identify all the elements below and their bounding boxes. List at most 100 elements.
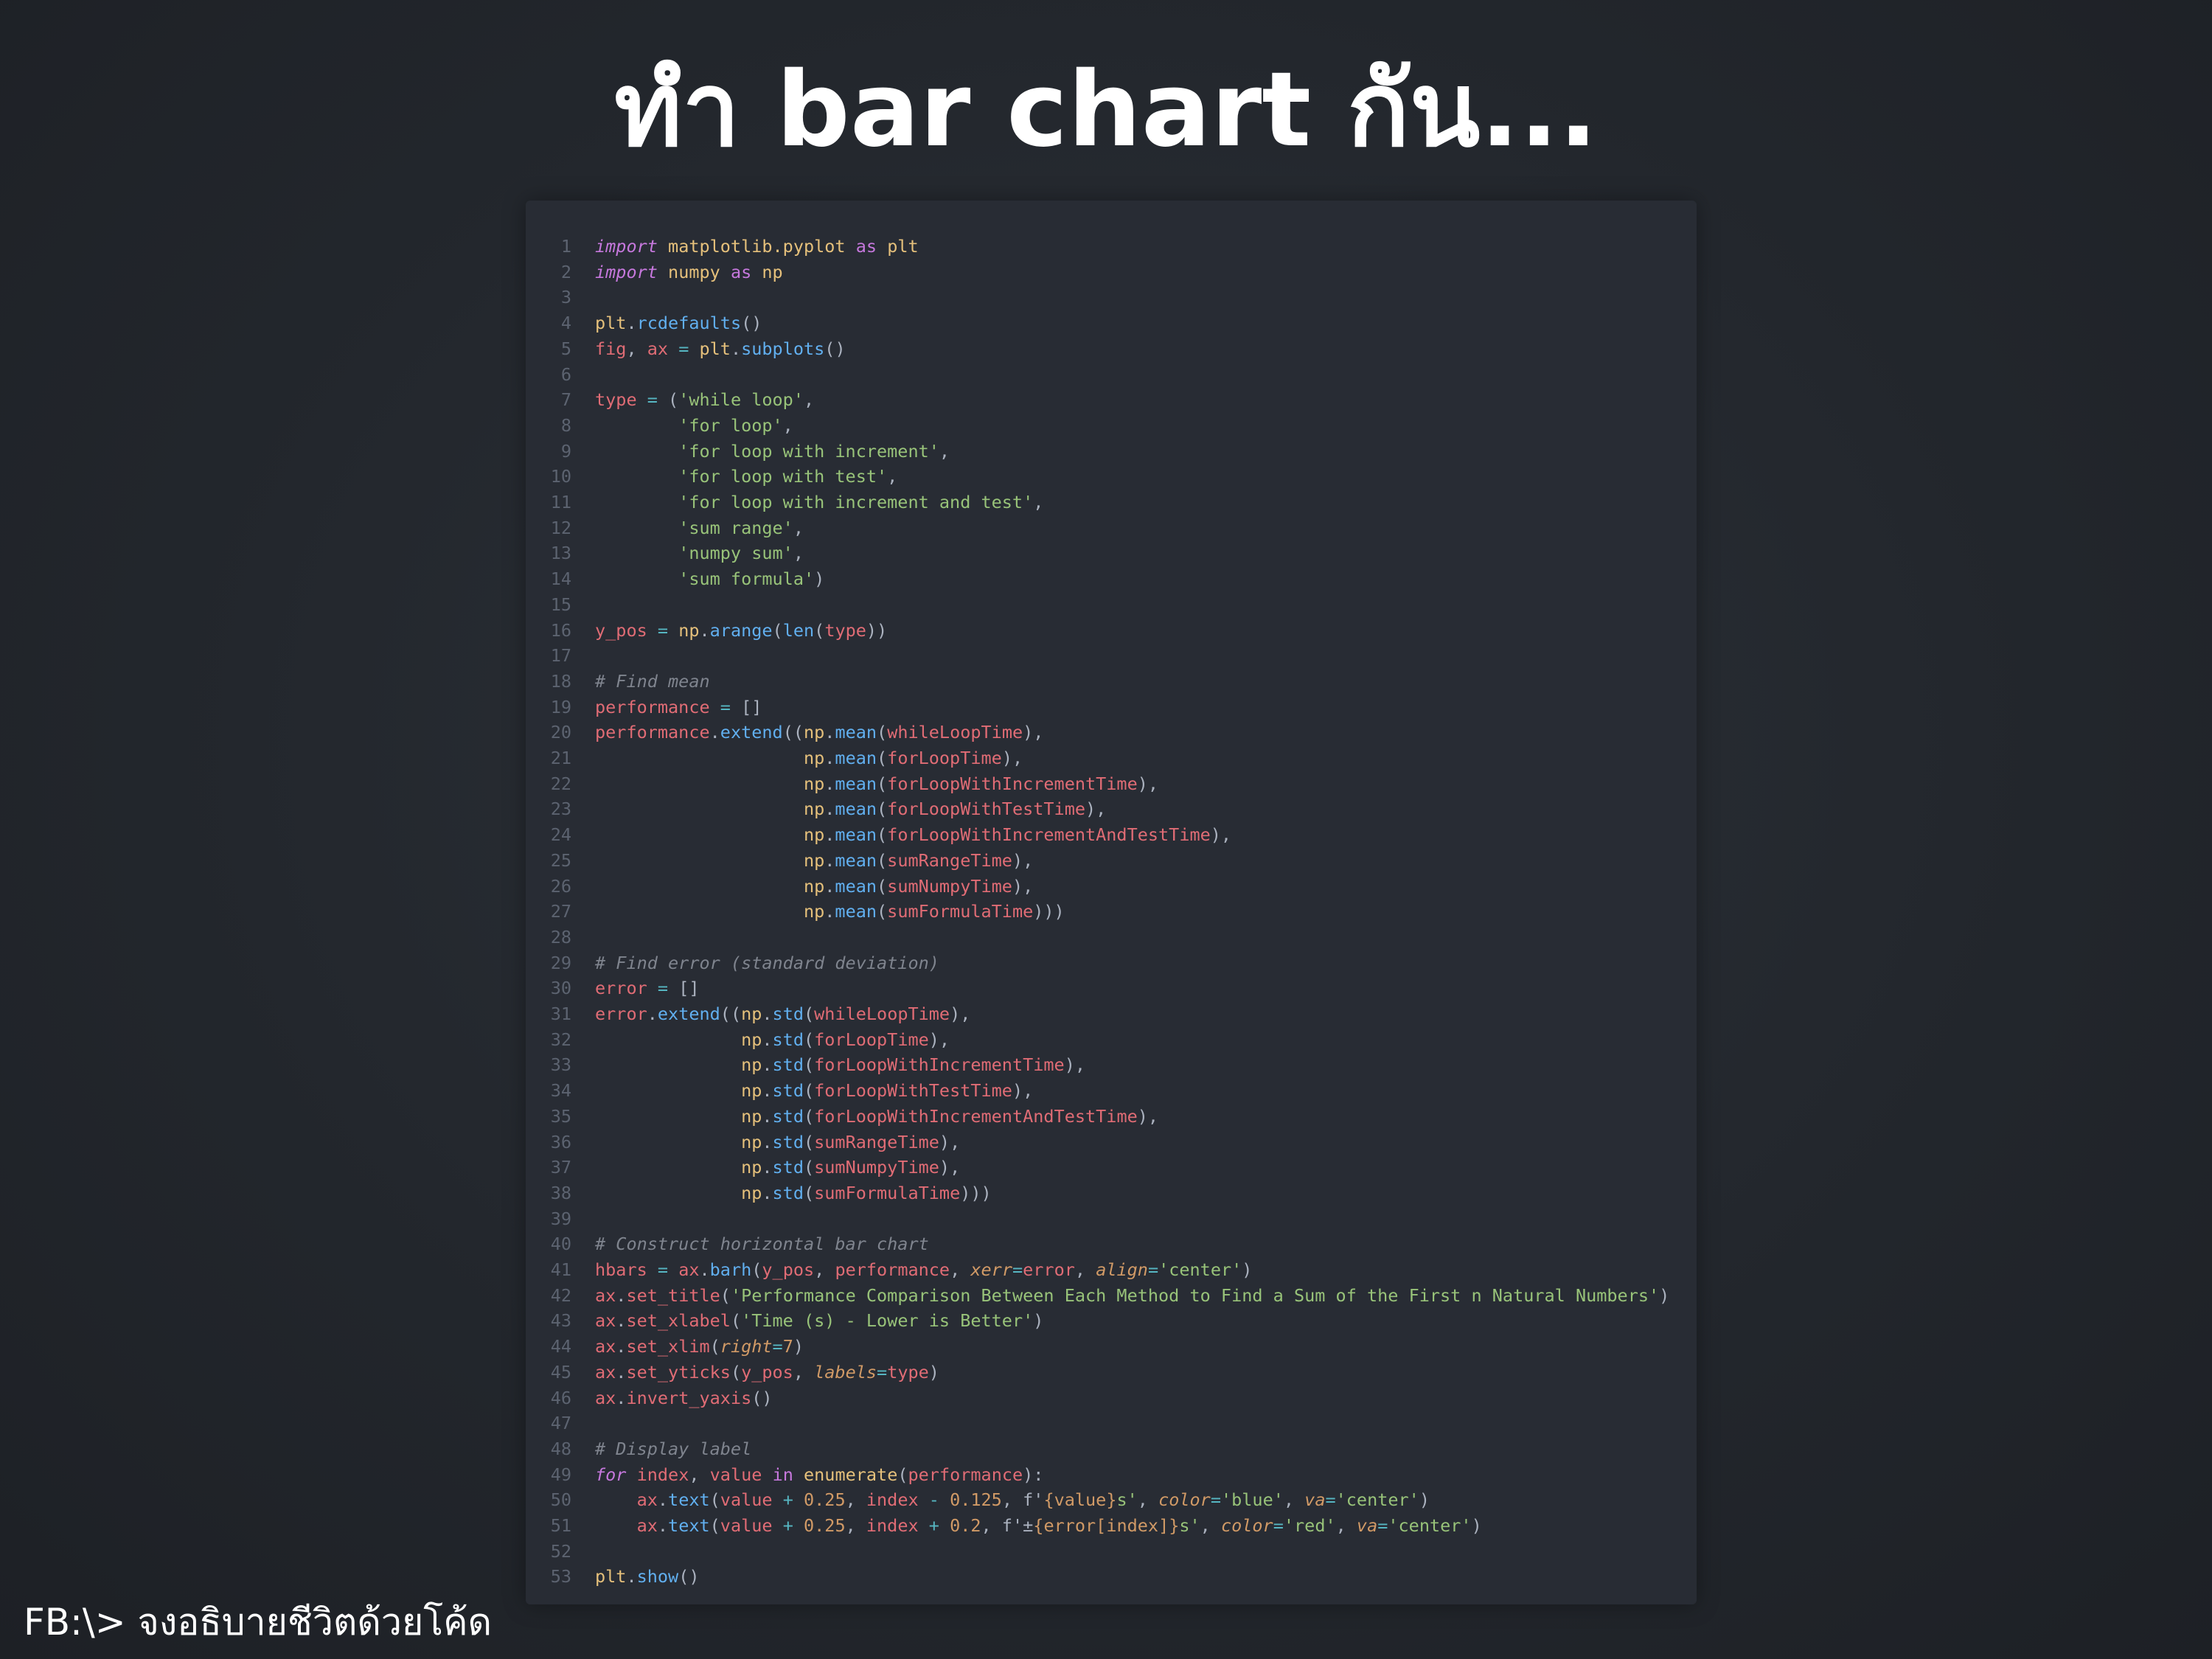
code-token: , xyxy=(814,1259,835,1280)
line-number: 1 xyxy=(560,236,571,257)
code-token: set_xlim xyxy=(626,1336,710,1357)
code-token: extend xyxy=(657,1004,720,1024)
line-number: 45 xyxy=(550,1361,571,1382)
code-line: 46 ax.invert_yaxis() xyxy=(526,1385,773,1411)
code-token: ) xyxy=(814,568,825,590)
code-token: color xyxy=(1220,1515,1273,1536)
code-token: ax xyxy=(678,1259,700,1280)
code-token: mean xyxy=(835,901,877,922)
code-line: 35 np.std(forLoopWithIncrementAndTestTim… xyxy=(526,1104,1158,1130)
code-token: ( xyxy=(709,1515,720,1536)
line-number: 24 xyxy=(550,824,571,846)
code-line: 6 xyxy=(526,362,595,388)
code-token: 'for loop' xyxy=(678,414,783,436)
code-token: std xyxy=(772,1157,804,1178)
code-line: 8 'for loop', xyxy=(526,413,793,439)
line-number: 53 xyxy=(550,1566,571,1587)
code-token: . xyxy=(824,824,835,846)
code-line: 19 performance = [] xyxy=(526,695,762,720)
line-number: 9 xyxy=(560,440,571,462)
code-token: np xyxy=(741,1029,762,1050)
code-token: f' xyxy=(1023,1489,1044,1511)
code-token: ) xyxy=(1242,1259,1253,1280)
line-number: 13 xyxy=(550,543,571,564)
code-token: plt xyxy=(595,1566,627,1587)
code-token: () xyxy=(751,1387,773,1408)
code-token: 'blue' xyxy=(1220,1489,1284,1511)
code-token: ) xyxy=(793,1336,804,1357)
code-token: plt xyxy=(887,236,919,257)
line-number: 46 xyxy=(550,1387,571,1408)
code-token: = xyxy=(877,1361,888,1382)
code-token: . xyxy=(647,1004,658,1024)
code-token: ( xyxy=(772,619,783,641)
code-token: ax xyxy=(595,1387,616,1408)
code-token: ( xyxy=(803,1105,815,1127)
line-number: 40 xyxy=(550,1234,571,1255)
line-number: 20 xyxy=(550,722,571,743)
code-token: va xyxy=(1304,1489,1326,1511)
code-token: for xyxy=(595,1464,627,1485)
code-token: () xyxy=(824,338,846,359)
code-token: {error[index]} xyxy=(1033,1515,1180,1536)
code-token: () xyxy=(678,1566,700,1587)
code-token: value xyxy=(709,1464,762,1485)
code-line: 25 np.mean(sumRangeTime), xyxy=(526,848,1034,874)
code-token: np xyxy=(741,1004,762,1024)
code-token: np xyxy=(803,799,825,820)
code-token: ), xyxy=(1137,773,1159,794)
code-token: ( xyxy=(877,875,888,897)
code-token: np xyxy=(803,722,825,743)
code-token: ( xyxy=(877,722,888,743)
code-token: np xyxy=(803,901,825,922)
line-number: 22 xyxy=(550,773,571,794)
code-token: xerr xyxy=(970,1259,1012,1280)
code-token: std xyxy=(772,1080,804,1102)
code-token: len xyxy=(782,619,815,641)
code-token: ), xyxy=(1012,849,1034,871)
code-token: - xyxy=(918,1489,950,1511)
code-token: ), xyxy=(939,1131,961,1152)
code-editor-panel[interactable]: 1 import matplotlib.pyplot as plt 2 import … xyxy=(526,201,1697,1604)
code-token: ( xyxy=(803,1080,815,1102)
code-line: 13 'numpy sum', xyxy=(526,540,804,566)
line-number: 31 xyxy=(550,1004,571,1024)
line-number: 50 xyxy=(550,1489,571,1511)
code-token: ), xyxy=(928,1029,950,1050)
code-token: in xyxy=(772,1464,793,1485)
line-number: 18 xyxy=(550,670,571,692)
code-token: ax xyxy=(636,1515,658,1536)
code-token: as xyxy=(855,236,877,257)
code-line: 1 import matplotlib.pyplot as plt xyxy=(526,234,919,260)
code-line: 18 # Find mean xyxy=(526,669,710,695)
line-number: 29 xyxy=(550,952,571,973)
line-number: 17 xyxy=(550,645,571,667)
line-number: 14 xyxy=(550,568,571,590)
code-token: matplotlib.pyplot xyxy=(668,236,846,257)
code-token: , xyxy=(626,338,647,359)
code-token: ( xyxy=(709,1489,720,1511)
code-token: = xyxy=(1210,1489,1221,1511)
code-token: mean xyxy=(835,722,877,743)
code-token: import xyxy=(595,261,658,282)
code-token: ( xyxy=(897,1464,908,1485)
code-token: ( xyxy=(877,799,888,820)
code-line: 26 np.mean(sumNumpyTime), xyxy=(526,874,1034,900)
code-token: . xyxy=(616,1387,627,1408)
line-number: 33 xyxy=(550,1054,571,1076)
code-token: # Find error (standard deviation) xyxy=(595,952,939,973)
code-token: value xyxy=(720,1515,773,1536)
code-token: = xyxy=(647,1259,679,1280)
code-line: 20 performance.extend((np.mean(whileLoopT… xyxy=(526,720,1044,745)
line-number: 12 xyxy=(550,517,571,538)
code-token: . xyxy=(824,901,835,922)
code-token: # Find mean xyxy=(595,670,710,692)
line-number: 10 xyxy=(550,466,571,487)
line-number: 27 xyxy=(550,901,571,922)
code-token: = xyxy=(1325,1489,1336,1511)
